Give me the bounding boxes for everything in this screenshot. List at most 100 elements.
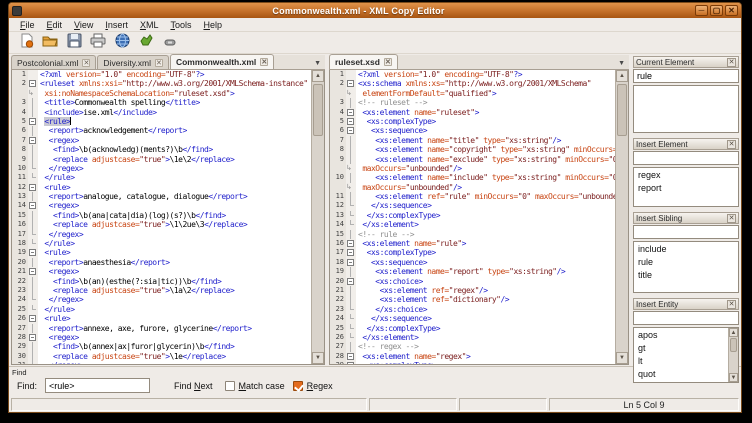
code-line[interactable]: 26 </xs:element> <box>330 333 615 342</box>
fold-margin[interactable] <box>346 277 356 286</box>
find-next-button[interactable]: Find Next <box>170 380 217 392</box>
current-element-input[interactable] <box>633 69 739 83</box>
menu-insert[interactable]: Insert <box>100 19 133 31</box>
code-line[interactable]: 6 <report>acknowledgement</report> <box>12 126 311 135</box>
match-case-checkbox[interactable] <box>225 381 235 391</box>
code-line[interactable]: 22 <find>\b(an)(esthe(?:sia|tic))\b</fin… <box>12 277 311 286</box>
list-item-regex[interactable]: regex <box>634 168 738 181</box>
insert-entity-input[interactable] <box>633 311 739 325</box>
code-line[interactable]: 17 <xs:complexType> <box>330 248 615 257</box>
scroll-track[interactable] <box>616 82 628 352</box>
tab-close-icon[interactable]: ✕ <box>260 58 268 66</box>
scroll-down-icon[interactable]: ▼ <box>616 352 628 364</box>
minimize-button[interactable]: ─ <box>695 5 708 16</box>
tab-list-button[interactable]: ▼ <box>310 60 325 69</box>
scroll-thumb[interactable] <box>730 338 737 352</box>
fold-collapse-icon[interactable] <box>29 184 36 191</box>
fold-collapse-icon[interactable] <box>347 109 354 116</box>
code-line[interactable]: 2<xs:schema xmlns:xs="http://www.w3.org/… <box>330 79 615 88</box>
insert-element-list[interactable]: regexreport <box>633 167 739 207</box>
new-document-button[interactable] <box>17 34 35 52</box>
maximize-button[interactable]: ▢ <box>710 5 723 16</box>
panel-close-icon[interactable]: ✕ <box>727 140 736 149</box>
list-item-apos[interactable]: apos <box>634 328 728 341</box>
associate-button[interactable] <box>161 34 179 52</box>
fold-margin[interactable] <box>346 108 356 117</box>
print-button[interactable] <box>89 34 107 52</box>
code-line[interactable]: 19 <xs:element name="report" type="xs:st… <box>330 267 615 276</box>
code-line[interactable]: 29 <xs:complexType> <box>330 361 615 364</box>
fold-margin[interactable] <box>28 248 38 257</box>
fold-margin[interactable] <box>28 136 38 145</box>
menu-xml[interactable]: XML <box>135 19 164 31</box>
tab-commonwealth.xml[interactable]: Commonwealth.xml✕ <box>170 54 274 69</box>
close-button[interactable]: ✕ <box>725 5 738 16</box>
fold-collapse-icon[interactable] <box>347 259 354 266</box>
right-editor-scrollbar[interactable]: ▲ ▼ <box>615 70 628 364</box>
code-line[interactable]: 21 <regex> <box>12 267 311 276</box>
code-line[interactable]: 28 <xs:element name="regex"> <box>330 352 615 361</box>
fold-collapse-icon[interactable] <box>347 249 354 256</box>
code-line[interactable]: 16 <xs:element name="rule"> <box>330 239 615 248</box>
code-line[interactable]: 29 <find>\b(annex|ax|furor|glycerin)\b</… <box>12 342 311 351</box>
code-line[interactable]: 12 <rule> <box>12 183 311 192</box>
code-line[interactable]: 18 <xs:sequence> <box>330 258 615 267</box>
insert-sibling-list[interactable]: includeruletitle <box>633 241 739 293</box>
code-line[interactable]: 7 <xs:element name="title" type="xs:stri… <box>330 136 615 145</box>
open-folder-button[interactable] <box>41 34 59 52</box>
code-line[interactable]: 23 <replace adjustcase="true">\1a\2</rep… <box>12 286 311 295</box>
code-line[interactable]: 15 <find>\b(ana|cata|dia)(log)(s?)\b</fi… <box>12 211 311 220</box>
fold-collapse-icon[interactable] <box>29 249 36 256</box>
fold-collapse-icon[interactable] <box>347 80 354 87</box>
code-line[interactable]: 10 <xs:element name="include" type="xs:s… <box>330 173 615 182</box>
fold-margin[interactable] <box>346 117 356 126</box>
fold-collapse-icon[interactable] <box>29 137 36 144</box>
list-item-title[interactable]: title <box>634 268 738 281</box>
fold-collapse-icon[interactable] <box>347 127 354 134</box>
menu-edit[interactable]: Edit <box>42 19 68 31</box>
save-button[interactable] <box>65 34 83 52</box>
code-line[interactable]: 20 <xs:choice> <box>330 277 615 286</box>
code-line[interactable]: 13 <report>analogue, catalogue, dialogue… <box>12 192 311 201</box>
code-line[interactable]: 9 <replace adjustcase="true">\1e\2</repl… <box>12 155 311 164</box>
code-line[interactable]: 20 <report>anaesthesia</report> <box>12 258 311 267</box>
menu-help[interactable]: Help <box>198 19 227 31</box>
fold-margin[interactable] <box>28 314 38 323</box>
code-line[interactable]: 3 <title>Commonwealth spelling</title> <box>12 98 311 107</box>
fold-margin[interactable] <box>346 239 356 248</box>
code-line[interactable]: 22 <xs:element ref="dictionary"/> <box>330 295 615 304</box>
scroll-down-icon[interactable]: ▼ <box>312 352 324 364</box>
tab-diversity.xml[interactable]: Diversity.xml✕ <box>97 55 169 69</box>
code-line[interactable]: 4 <include>ise.xml</include> <box>12 108 311 117</box>
code-line[interactable]: 27<!-- regex --> <box>330 342 615 351</box>
list-item-quot[interactable]: quot <box>634 367 728 380</box>
fold-margin[interactable] <box>28 267 38 276</box>
tab-ruleset.xsd[interactable]: ruleset.xsd✕ <box>329 54 398 69</box>
code-line[interactable]: 9 <xs:element name="exclude" type="xs:st… <box>330 155 615 164</box>
fold-collapse-icon[interactable] <box>29 315 36 322</box>
code-line[interactable]: 24 </xs:sequence> <box>330 314 615 323</box>
code-line[interactable]: 12 </xs:sequence> <box>330 201 615 210</box>
code-line[interactable]: 25 </rule> <box>12 305 311 314</box>
fold-margin[interactable] <box>28 201 38 210</box>
internet-globe-button[interactable] <box>113 34 131 52</box>
scroll-thumb[interactable] <box>313 84 323 136</box>
fold-collapse-icon[interactable] <box>347 240 354 247</box>
insert-sibling-input[interactable] <box>633 225 739 239</box>
menu-tools[interactable]: Tools <box>165 19 196 31</box>
fold-collapse-icon[interactable] <box>29 80 36 87</box>
scroll-track[interactable] <box>729 337 738 373</box>
code-line[interactable]: 7 <regex> <box>12 136 311 145</box>
code-line[interactable]: 23 </xs:choice> <box>330 305 615 314</box>
current-element-list[interactable] <box>633 85 739 133</box>
code-line[interactable]: 5 <xs:complexType> <box>330 117 615 126</box>
find-input[interactable] <box>45 378 150 393</box>
list-item-lt[interactable]: lt <box>634 354 728 367</box>
fold-margin[interactable] <box>28 117 38 126</box>
code-line[interactable]: 2<ruleset xmlns:xsi="http://www.w3.org/2… <box>12 79 311 88</box>
fold-margin[interactable] <box>346 79 356 88</box>
tab-list-button[interactable]: ▼ <box>614 60 629 69</box>
code-line[interactable]: 1<?xml version="1.0" encoding="UTF-8"?> <box>330 70 615 79</box>
panel-close-icon[interactable]: ✕ <box>727 300 736 309</box>
code-line[interactable]: ↳ elementFormDefault="qualified"> <box>330 89 615 98</box>
